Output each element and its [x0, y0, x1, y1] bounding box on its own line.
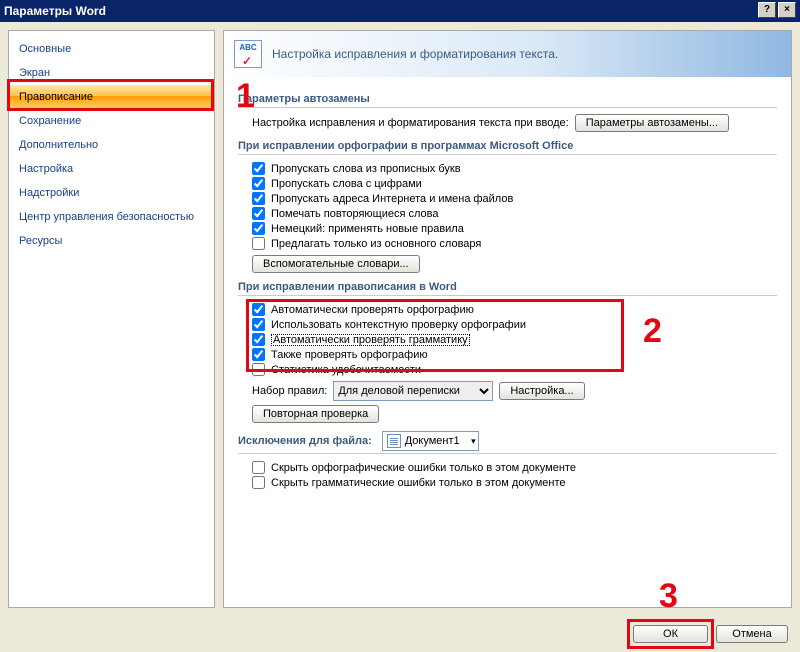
title-text: Параметры Word: [4, 0, 106, 22]
rules-settings-button[interactable]: Настройка...: [499, 382, 584, 400]
sidebar-item-save[interactable]: Сохранение: [9, 109, 214, 133]
banner-heading: Настройка исправления и форматирования т…: [272, 47, 558, 61]
recheck-button[interactable]: Повторная проверка: [252, 405, 379, 423]
autocorrect-desc: Настройка исправления и форматирования т…: [252, 117, 569, 129]
sidebar: Основные Экран Правописание Сохранение Д…: [8, 30, 215, 608]
autocorrect-options-button[interactable]: Параметры автозамены...: [575, 114, 729, 132]
chk-repeated-words[interactable]: Помечать повторяющиеся слова: [238, 206, 777, 221]
sidebar-item-general[interactable]: Основные: [9, 37, 214, 61]
dialog-footer: ОК 3 Отмена: [0, 616, 800, 652]
sidebar-item-trust-center[interactable]: Центр управления безопасностью: [9, 205, 214, 229]
sidebar-item-customize[interactable]: Настройка: [9, 157, 214, 181]
section-word-spell: При исправлении правописания в Word: [238, 281, 777, 296]
dialog-body: Основные Экран Правописание Сохранение Д…: [0, 22, 800, 616]
proofing-icon: ABC: [234, 40, 262, 68]
chk-check-spelling-with-grammar[interactable]: Также проверять орфографию: [238, 347, 777, 362]
chk-urls-filenames[interactable]: Пропускать адреса Интернета и имена файл…: [238, 191, 777, 206]
chk-check-spelling-auto[interactable]: Автоматически проверять орфографию: [238, 302, 777, 317]
sidebar-item-advanced[interactable]: Дополнительно: [9, 133, 214, 157]
rules-label: Набор правил:: [252, 385, 327, 397]
sidebar-item-display[interactable]: Экран: [9, 61, 214, 85]
custom-dictionaries-button[interactable]: Вспомогательные словари...: [252, 255, 420, 273]
chk-check-grammar-auto[interactable]: Автоматически проверять грамматику: [238, 332, 777, 347]
close-button[interactable]: ×: [778, 2, 796, 18]
chk-uppercase-words[interactable]: Пропускать слова из прописных букв: [238, 161, 777, 176]
chk-contextual-spelling[interactable]: Использовать контекстную проверку орфогр…: [238, 317, 777, 332]
chk-german-rules[interactable]: Немецкий: применять новые правила: [238, 221, 777, 236]
chk-readability-stats[interactable]: Статистика удобочитаемости: [238, 362, 777, 377]
titlebar: Параметры Word ? ×: [0, 0, 800, 22]
rules-dropdown[interactable]: Для деловой переписки: [333, 381, 493, 401]
content-panel: ABC Настройка исправления и форматирован…: [223, 30, 792, 608]
sidebar-item-addins[interactable]: Надстройки: [9, 181, 214, 205]
chk-main-dict-only[interactable]: Предлагать только из основного словаря: [238, 236, 777, 251]
content-scroll[interactable]: Параметры автозамены Настройка исправлен…: [224, 77, 791, 607]
section-office-spell: При исправлении орфографии в программах …: [238, 140, 777, 155]
help-button[interactable]: ?: [758, 2, 776, 18]
document-icon: [387, 434, 401, 448]
chk-hide-spelling-errors[interactable]: Скрыть орфографические ошибки только в э…: [238, 460, 777, 475]
chk-hide-grammar-errors[interactable]: Скрыть грамматические ошибки только в эт…: [238, 475, 777, 490]
section-exceptions: Исключения для файла: Документ1: [238, 431, 777, 454]
sidebar-item-resources[interactable]: Ресурсы: [9, 229, 214, 253]
ok-button[interactable]: ОК: [633, 625, 708, 643]
section-autocorrect: Параметры автозамены: [238, 93, 777, 108]
exceptions-file-dropdown[interactable]: Документ1: [382, 431, 479, 451]
banner: ABC Настройка исправления и форматирован…: [224, 31, 791, 77]
chk-words-with-numbers[interactable]: Пропускать слова с цифрами: [238, 176, 777, 191]
cancel-button[interactable]: Отмена: [716, 625, 788, 643]
sidebar-item-proofing[interactable]: Правописание: [9, 85, 214, 109]
